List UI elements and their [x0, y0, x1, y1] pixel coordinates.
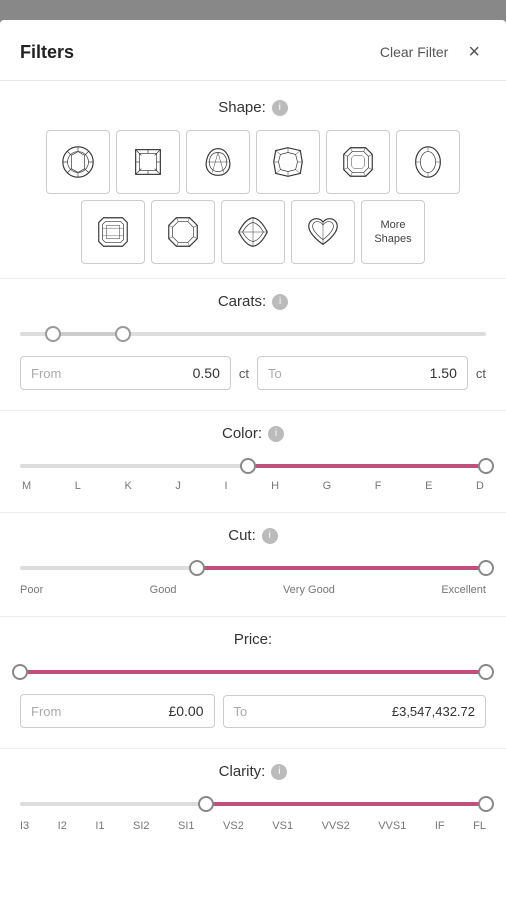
shape-grid: More Shapes	[20, 130, 486, 264]
panel-title: Filters	[20, 42, 74, 63]
clarity-labels: I3 I2 I1 SI2 SI1 VS2 VS1 VVS2 VVS1 IF FL	[20, 820, 486, 832]
cut-section: Cut: i Poor Good Very Good Excellent	[0, 517, 506, 612]
cut-labels: Poor Good Very Good Excellent	[20, 584, 486, 596]
clarity-thumb-left[interactable]	[198, 796, 214, 812]
panel-header: Filters Clear Filter ×	[0, 20, 506, 81]
cut-info-icon[interactable]: i	[262, 528, 278, 544]
shape-round[interactable]	[46, 130, 110, 194]
carats-to-box[interactable]: To 1.50	[257, 356, 468, 390]
color-label: Color: i	[20, 425, 486, 442]
shape-emerald[interactable]	[81, 200, 145, 264]
clear-filter-button[interactable]: Clear Filter	[374, 40, 454, 64]
cut-label: Cut: i	[20, 527, 486, 544]
price-section: Price: From £0.00 To £3,547,432.72	[0, 621, 506, 744]
carats-section: Carats: i From 0.50 ct To 1.50 ct	[0, 283, 506, 406]
price-to-box[interactable]: To £3,547,432.72	[223, 695, 487, 728]
clarity-info-icon[interactable]: i	[271, 764, 287, 780]
more-shapes-button[interactable]: More Shapes	[361, 200, 425, 264]
filters-panel: Filters Clear Filter × Shape: i	[0, 20, 506, 920]
carats-label: Carats: i	[20, 293, 486, 310]
shape-info-icon[interactable]: i	[272, 100, 288, 116]
shape-label: Shape: i	[20, 99, 486, 116]
color-fill	[248, 464, 486, 468]
cut-track	[20, 566, 486, 570]
carats-slider[interactable]	[20, 324, 486, 344]
price-slider[interactable]	[20, 662, 486, 682]
carats-info-icon[interactable]: i	[272, 294, 288, 310]
price-from-box[interactable]: From £0.00	[20, 694, 215, 728]
shape-pear[interactable]	[186, 130, 250, 194]
color-section: Color: i M L K J I H G F E D	[0, 415, 506, 508]
header-actions: Clear Filter ×	[374, 38, 486, 66]
close-button[interactable]: ×	[462, 38, 486, 66]
price-track	[20, 670, 486, 674]
cut-slider[interactable]	[20, 558, 486, 578]
clarity-section: Clarity: i I3 I2 I1 SI2 SI1 VS2 VS1 VVS2…	[0, 753, 506, 848]
carats-from-box[interactable]: From 0.50	[20, 356, 231, 390]
clarity-thumb-right[interactable]	[478, 796, 494, 812]
cut-fill	[197, 566, 486, 570]
color-labels: M L K J I H G F E D	[20, 480, 486, 492]
shape-marquise[interactable]	[221, 200, 285, 264]
shape-section: Shape: i	[0, 81, 506, 274]
cut-thumb-right[interactable]	[478, 560, 494, 576]
shape-heart[interactable]	[291, 200, 355, 264]
carats-track	[20, 332, 486, 336]
shape-princess[interactable]	[116, 130, 180, 194]
price-fill	[20, 670, 486, 674]
shape-oval[interactable]	[396, 130, 460, 194]
clarity-track	[20, 802, 486, 806]
clarity-label: Clarity: i	[20, 763, 486, 780]
color-slider[interactable]	[20, 456, 486, 476]
clarity-slider[interactable]	[20, 794, 486, 814]
shape-radiant[interactable]	[151, 200, 215, 264]
carats-range-row: From 0.50 ct To 1.50 ct	[20, 356, 486, 390]
price-range-row: From £0.00 To £3,547,432.72	[20, 694, 486, 728]
shape-asscher[interactable]	[326, 130, 390, 194]
price-label: Price:	[20, 631, 486, 648]
carats-fill	[53, 332, 123, 336]
color-thumb-left[interactable]	[240, 458, 256, 474]
price-thumb-left[interactable]	[12, 664, 28, 680]
color-info-icon[interactable]: i	[268, 426, 284, 442]
price-thumb-right[interactable]	[478, 664, 494, 680]
shape-cushion[interactable]	[256, 130, 320, 194]
color-track	[20, 464, 486, 468]
cut-thumb-left[interactable]	[189, 560, 205, 576]
clarity-fill	[206, 802, 486, 806]
color-thumb-right[interactable]	[478, 458, 494, 474]
carats-thumb-left[interactable]	[45, 326, 61, 342]
carats-thumb-right[interactable]	[115, 326, 131, 342]
